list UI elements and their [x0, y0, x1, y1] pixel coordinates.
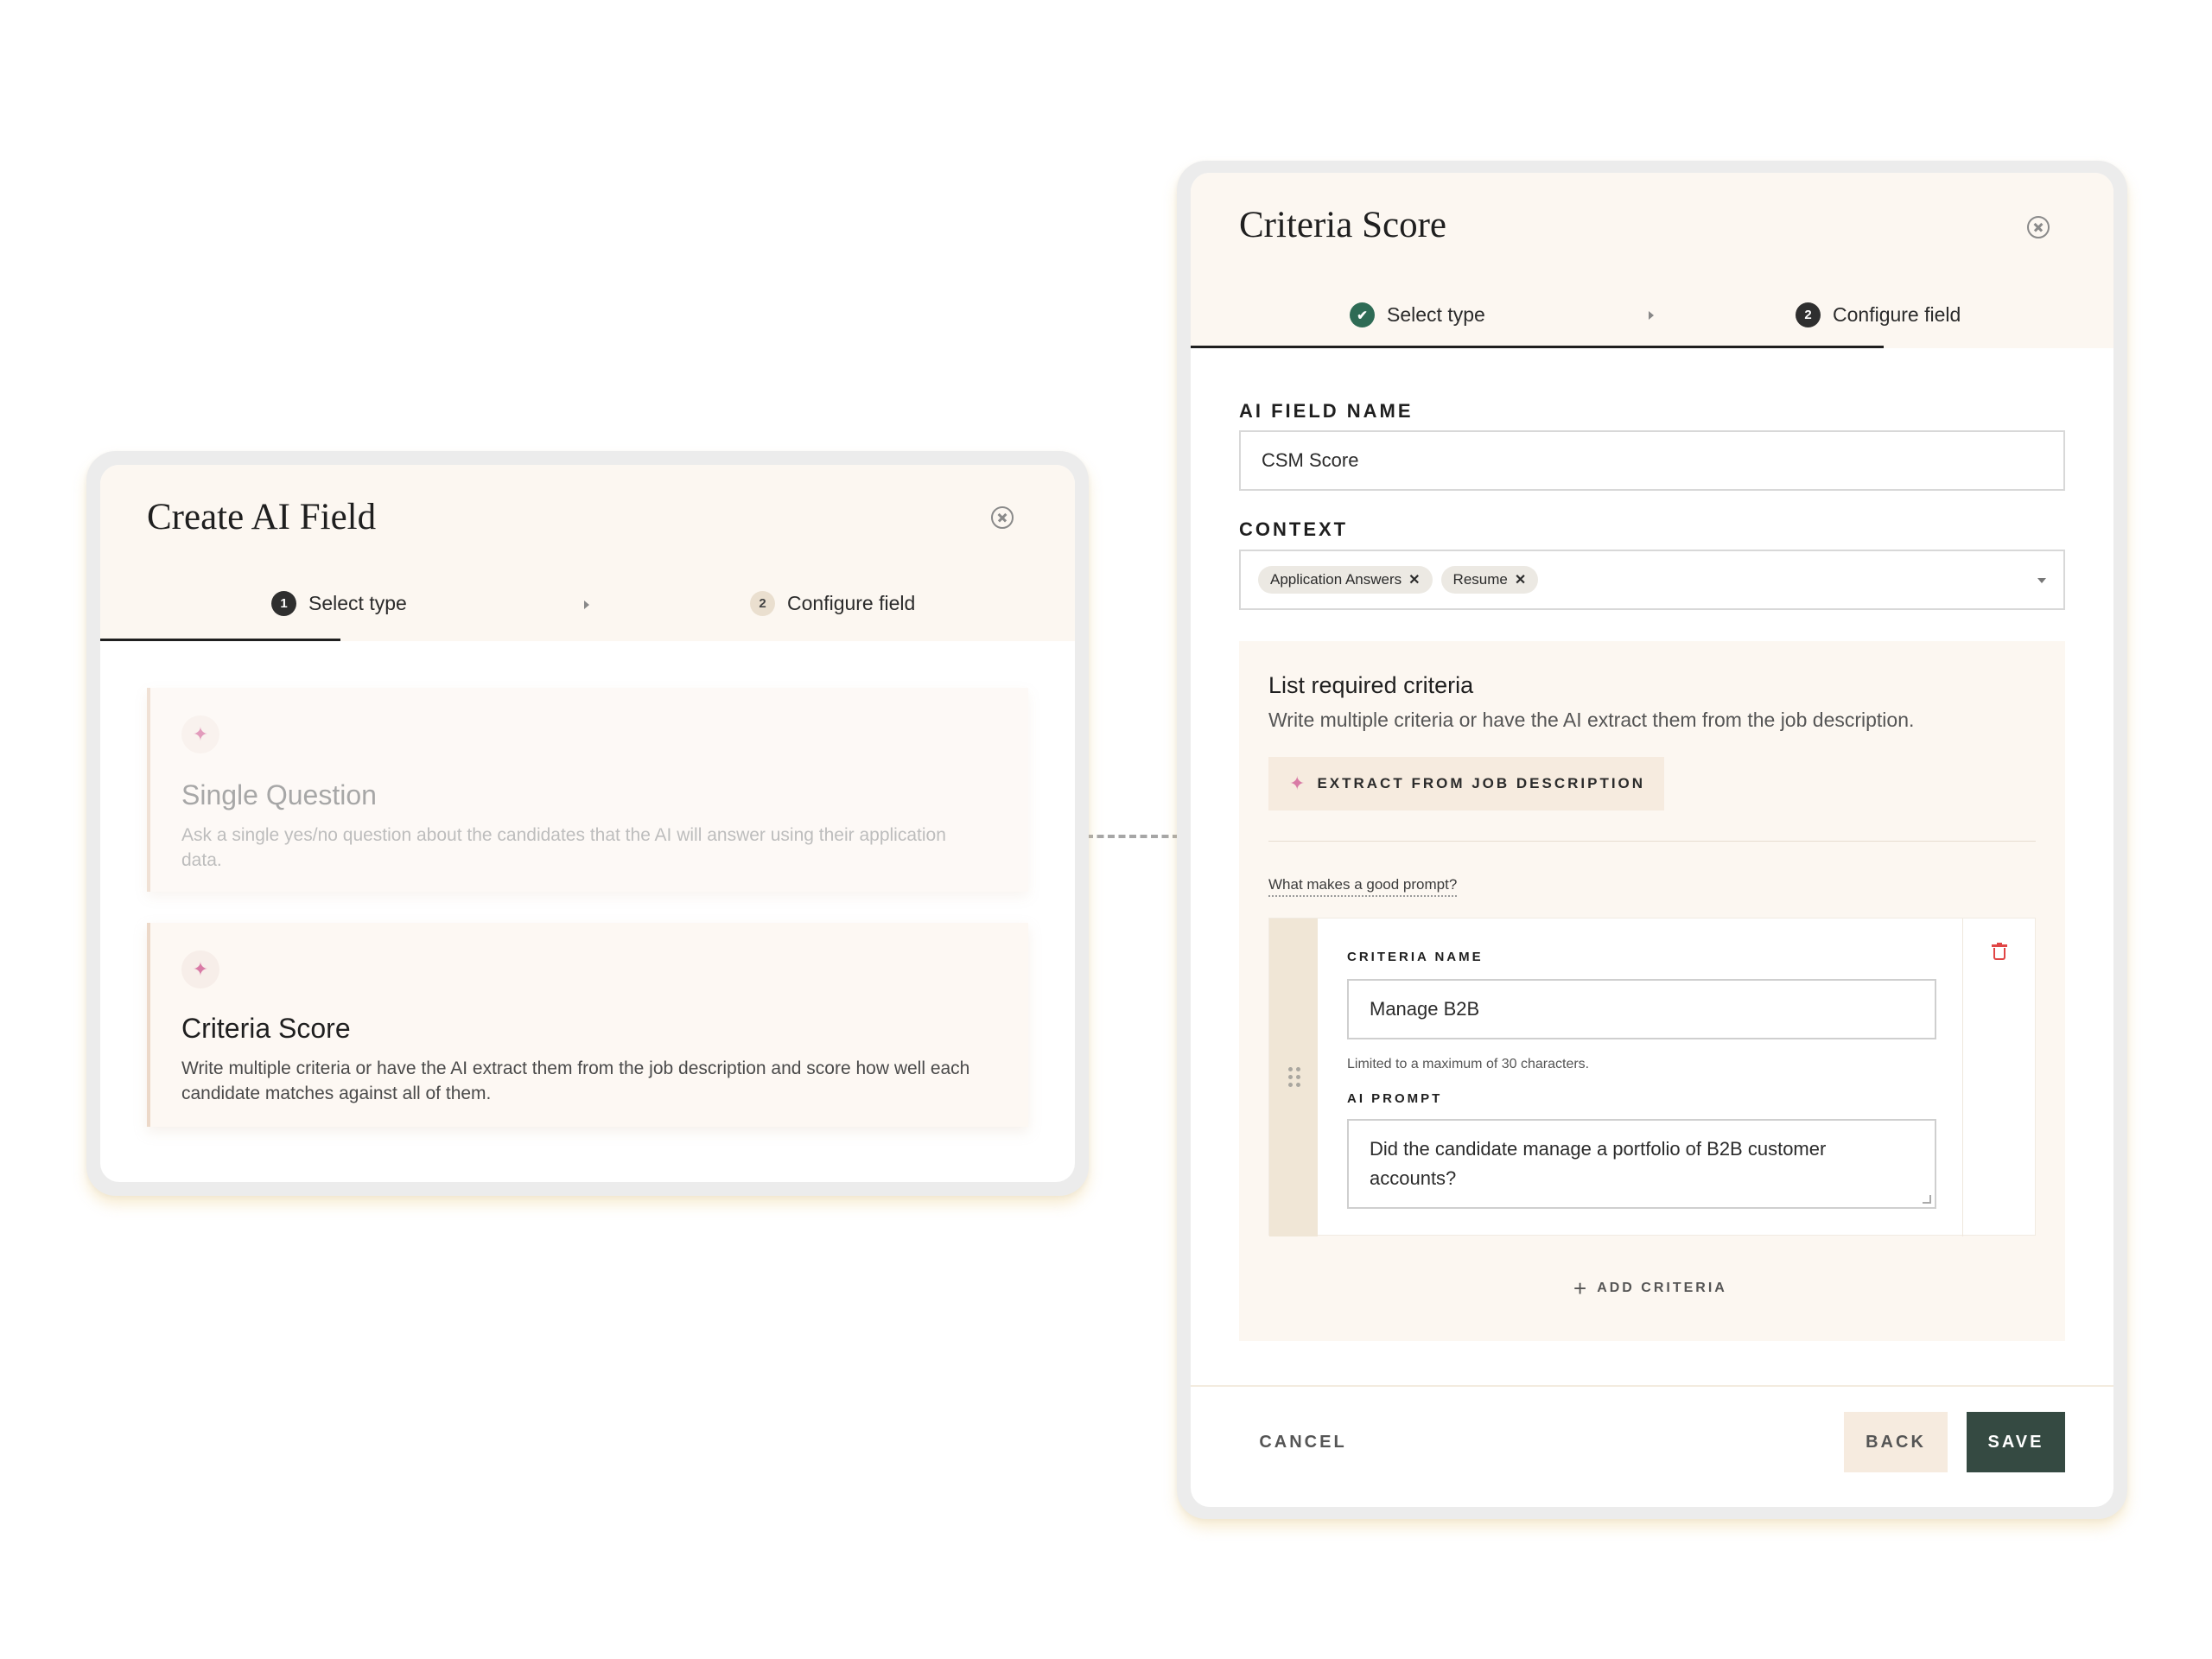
chevron-down-icon[interactable] — [2037, 578, 2046, 583]
criteria-item: CRITERIA NAME Manage B2B Limited to a ma… — [1268, 918, 2036, 1236]
modal-header: Create AI Field 1 Select type 2 Configur… — [100, 465, 1075, 641]
extract-button-label: EXTRACT FROM JOB DESCRIPTION — [1317, 775, 1646, 791]
chip-label: Application Answers — [1270, 571, 1402, 588]
step-label: Configure field — [787, 592, 916, 614]
step-label: Configure field — [1833, 303, 1961, 326]
card-description: Ask a single yes/no question about the c… — [181, 825, 946, 870]
card-title: Single Question — [181, 779, 377, 810]
step-configure-field[interactable]: 2 Configure field — [1796, 302, 1961, 327]
add-criteria-button[interactable]: + ADD CRITERIA — [1573, 1274, 1727, 1303]
context-select[interactable]: Application Answers ✕ Resume ✕ — [1239, 550, 2065, 610]
trash-icon[interactable] — [1992, 943, 2007, 960]
step-label: Select type — [1387, 303, 1485, 326]
section-divider — [1268, 841, 2036, 842]
modal-header: Criteria Score ✔ Select type 2 Configure… — [1191, 173, 2113, 348]
criteria-description: Write multiple criteria or have the AI e… — [1268, 709, 1915, 731]
resize-handle-icon[interactable] — [1923, 1195, 1931, 1204]
help-link[interactable]: What makes a good prompt? — [1268, 876, 1458, 897]
save-button[interactable]: SAVE — [1967, 1412, 2065, 1472]
close-icon[interactable]: ✕ — [1515, 571, 1526, 588]
criteria-name-input[interactable]: Manage B2B — [1347, 979, 1936, 1039]
modal-title: Create AI Field — [147, 497, 377, 537]
criteria-item-divider — [1962, 918, 1963, 1236]
sparkle-icon: ✦ — [1289, 772, 1306, 794]
extract-button[interactable]: ✦ EXTRACT FROM JOB DESCRIPTION — [1268, 757, 1664, 810]
step-configure-field[interactable]: 2 Configure field — [750, 591, 915, 616]
active-step-indicator — [100, 639, 340, 641]
modal-title: Criteria Score — [1239, 205, 1446, 245]
textarea-value: Did the candidate manage a portfolio of … — [1370, 1138, 1827, 1189]
context-label: CONTEXT — [1239, 518, 1349, 540]
criteria-score-modal: Criteria Score ✔ Select type 2 Configure… — [1191, 173, 2113, 1507]
close-icon[interactable] — [991, 506, 1014, 529]
sparkle-icon: ✦ — [181, 950, 219, 988]
cancel-button[interactable]: CANCEL — [1243, 1412, 1363, 1472]
footer-divider — [1191, 1385, 2113, 1387]
criteria-heading: List required criteria — [1268, 672, 1474, 698]
step-select-type[interactable]: 1 Select type — [271, 591, 407, 616]
input-value: CSM Score — [1262, 449, 1359, 471]
criteria-section: List required criteria Write multiple cr… — [1239, 641, 2065, 1341]
criteria-name-label: CRITERIA NAME — [1347, 950, 1484, 964]
check-icon: ✔ — [1350, 302, 1375, 327]
ai-field-name-input[interactable]: CSM Score — [1239, 430, 2065, 491]
connector-line — [1086, 835, 1179, 838]
close-icon[interactable] — [2027, 216, 2050, 238]
chevron-right-icon — [584, 601, 589, 609]
card-title: Criteria Score — [181, 1013, 351, 1044]
drag-handle[interactable] — [1269, 918, 1318, 1236]
plus-icon: + — [1573, 1274, 1587, 1301]
create-ai-field-modal: Create AI Field 1 Select type 2 Configur… — [100, 465, 1075, 1182]
close-icon[interactable]: ✕ — [1408, 571, 1420, 588]
chip-label: Resume — [1452, 571, 1508, 588]
step-number-badge: 1 — [271, 591, 296, 616]
chevron-right-icon — [1649, 311, 1654, 320]
type-card-criteria-score[interactable]: ✦ Criteria Score Write multiple criteria… — [147, 923, 1028, 1127]
step-label: Select type — [308, 592, 407, 614]
sparkle-icon: ✦ — [181, 715, 219, 753]
context-chip: Resume ✕ — [1440, 566, 1539, 594]
add-criteria-label: ADD CRITERIA — [1597, 1281, 1727, 1295]
input-value: Manage B2B — [1370, 998, 1480, 1020]
active-step-indicator — [1191, 346, 1884, 348]
back-button[interactable]: BACK — [1844, 1412, 1948, 1472]
ai-field-name-label: AI FIELD NAME — [1239, 400, 1414, 422]
criteria-name-hint: Limited to a maximum of 30 characters. — [1347, 1057, 1590, 1071]
step-number-badge: 2 — [1796, 302, 1821, 327]
drag-handle-icon — [1288, 1067, 1300, 1087]
card-description: Write multiple criteria or have the AI e… — [181, 1058, 970, 1103]
step-select-type[interactable]: ✔ Select type — [1350, 302, 1485, 327]
context-chip: Application Answers ✕ — [1258, 566, 1433, 594]
type-card-single-question[interactable]: ✦ Single Question Ask a single yes/no qu… — [147, 688, 1028, 892]
ai-prompt-textarea[interactable]: Did the candidate manage a portfolio of … — [1347, 1119, 1936, 1209]
ai-prompt-label: AI PROMPT — [1347, 1091, 1443, 1106]
step-number-badge: 2 — [750, 591, 775, 616]
